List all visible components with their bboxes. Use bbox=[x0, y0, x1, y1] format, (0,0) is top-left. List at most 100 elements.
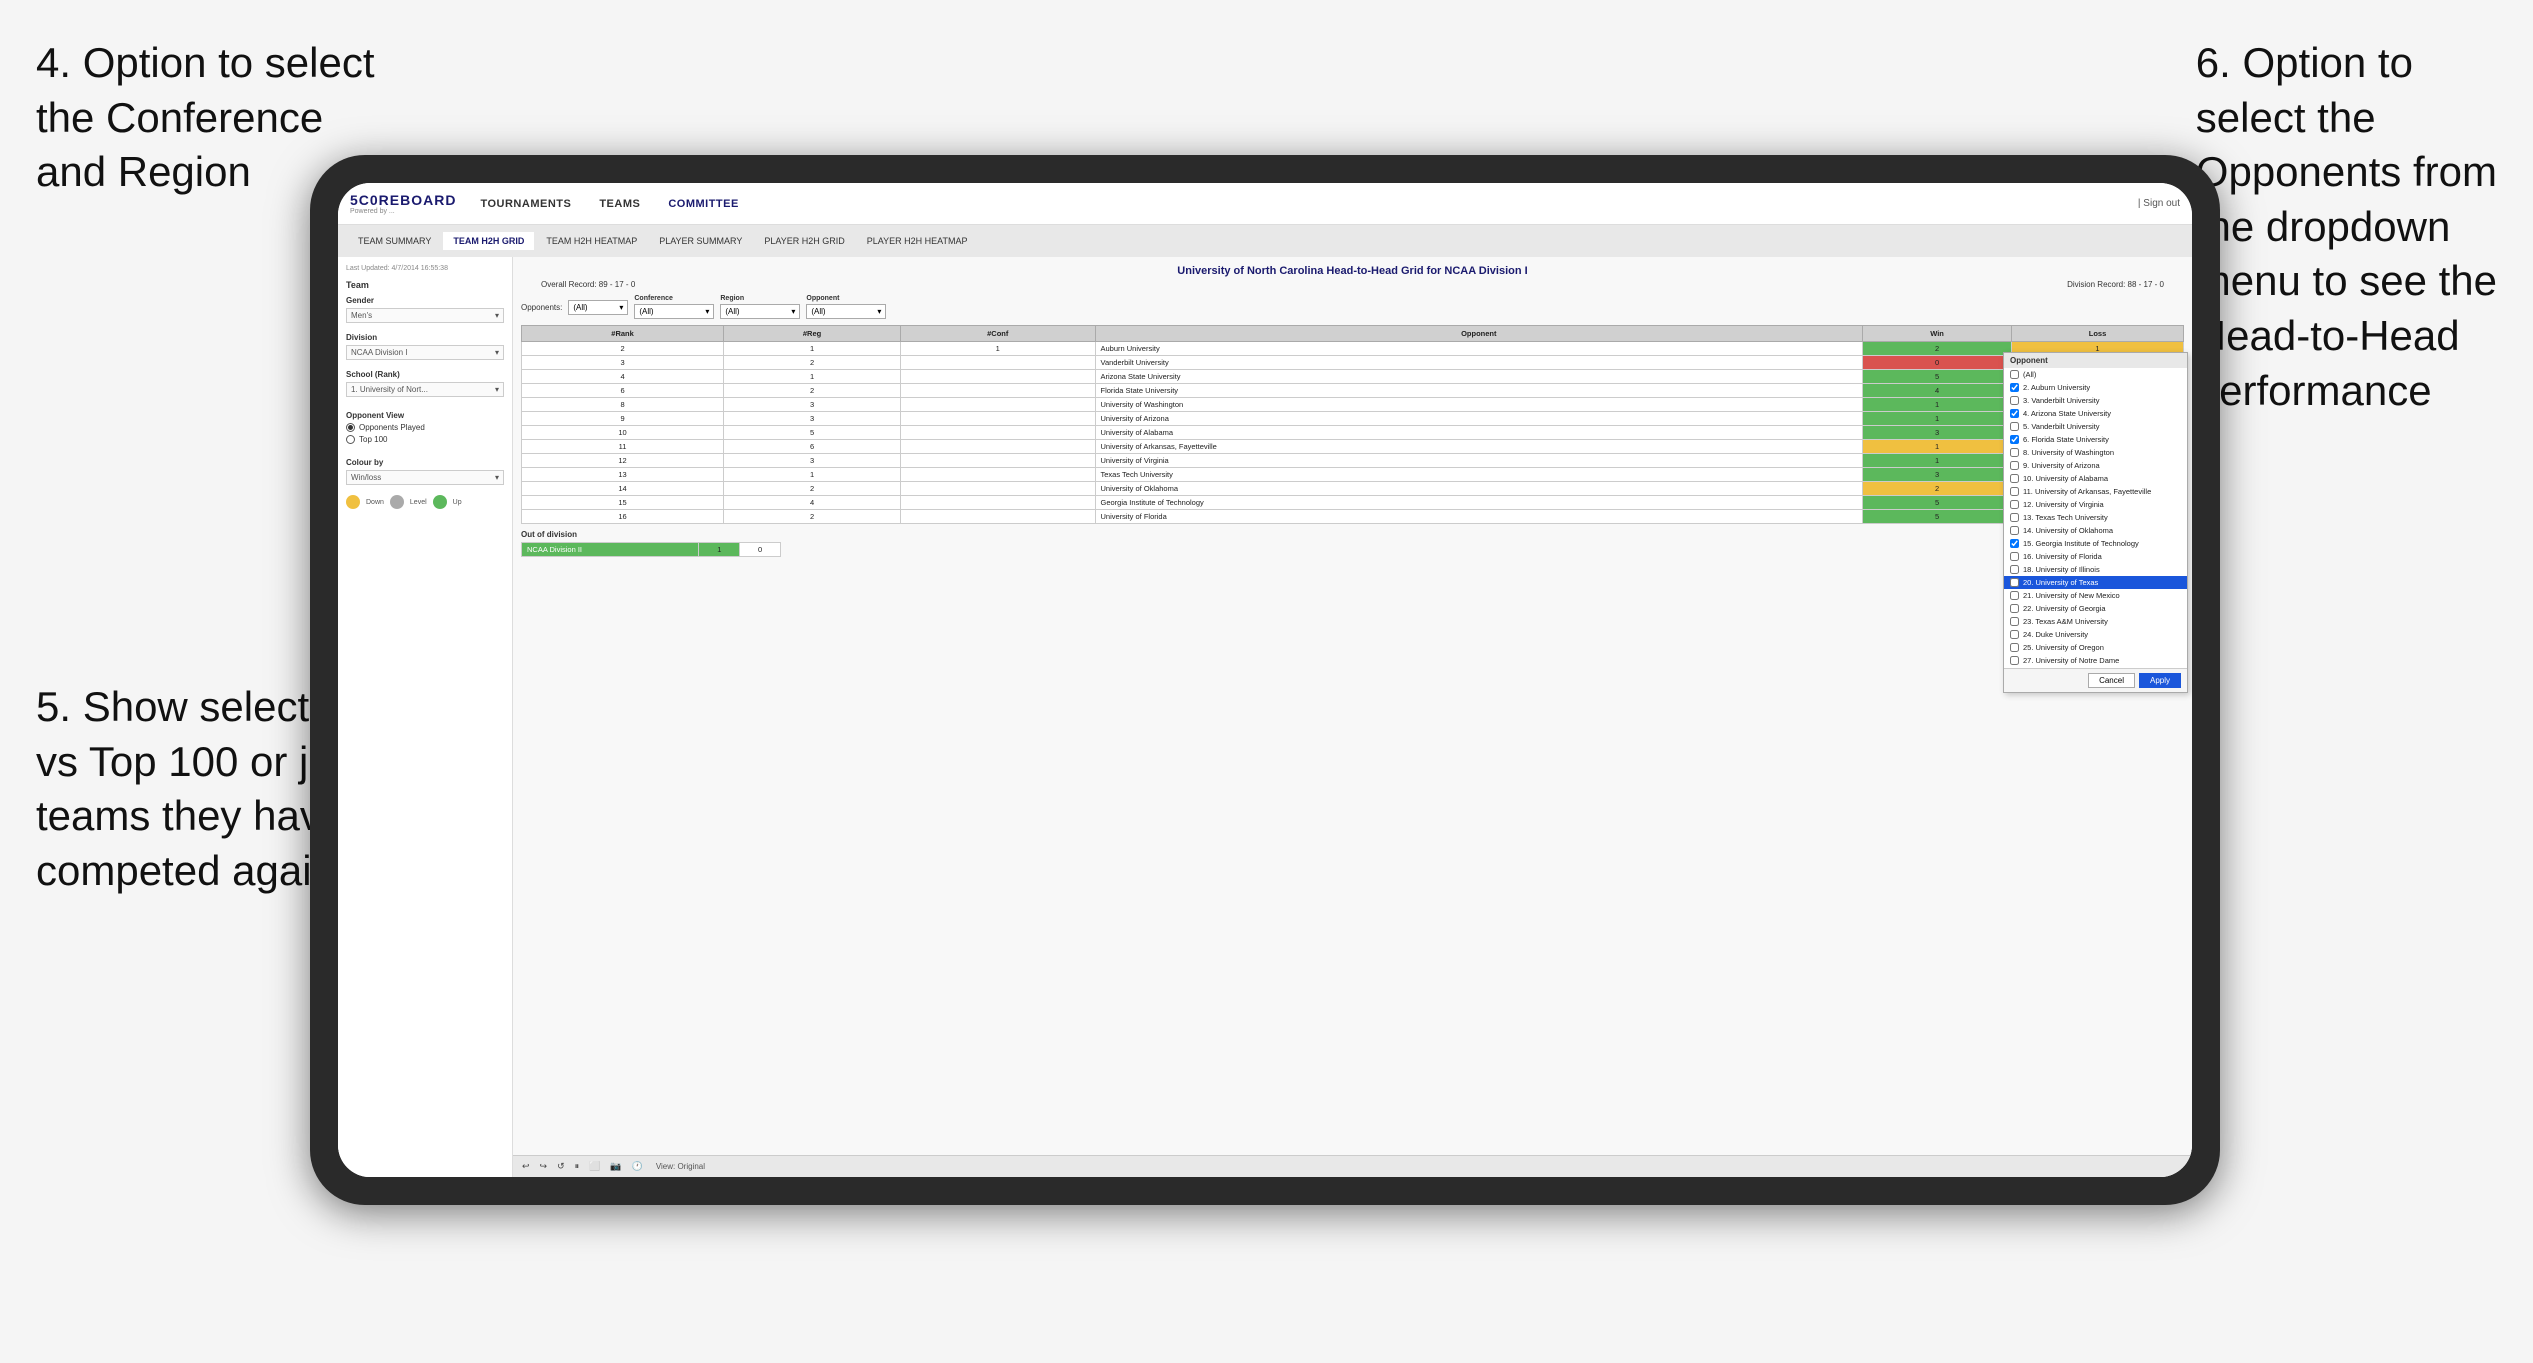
region-filter-select[interactable]: (All)▾ bbox=[720, 304, 800, 319]
redo-button[interactable]: ↪ bbox=[537, 1160, 551, 1173]
table-row: 13 1 Texas Tech University 3 0 bbox=[522, 468, 2184, 482]
h2h-table: #Rank #Reg #Conf Opponent Win Loss 2 1 1… bbox=[521, 325, 2184, 524]
out-division-win: 1 bbox=[699, 543, 740, 557]
undo-button[interactable]: ↩ bbox=[519, 1160, 533, 1173]
dropdown-checkbox[interactable] bbox=[2010, 539, 2019, 548]
nav-committee[interactable]: COMMITTEE bbox=[668, 198, 739, 210]
table-row: 16 2 University of Florida 5 1 bbox=[522, 510, 2184, 524]
conference-filter-select[interactable]: (All)▾ bbox=[634, 304, 714, 319]
nav-teams[interactable]: TEAMS bbox=[599, 198, 640, 210]
dropdown-item[interactable]: 3. Vanderbilt University bbox=[2004, 394, 2187, 407]
dropdown-item[interactable]: 13. Texas Tech University bbox=[2004, 511, 2187, 524]
conference-filter-group: Conference (All)▾ bbox=[634, 295, 714, 319]
dropdown-item[interactable]: 25. University of Oregon bbox=[2004, 641, 2187, 654]
dropdown-checkbox[interactable] bbox=[2010, 409, 2019, 418]
dropdown-checkbox[interactable] bbox=[2010, 500, 2019, 509]
top-nav: 5C0REBOARD Powered by ... TOURNAMENTS TE… bbox=[338, 183, 2192, 225]
dropdown-checkbox[interactable] bbox=[2010, 422, 2019, 431]
dropdown-item[interactable]: 24. Duke University bbox=[2004, 628, 2187, 641]
tab-player-summary[interactable]: PLAYER SUMMARY bbox=[649, 232, 752, 250]
opponent-view-radio-group: Opponents Played Top 100 bbox=[346, 423, 504, 444]
radio-top-100-indicator bbox=[346, 435, 355, 444]
colour-by-select[interactable]: Win/loss▾ bbox=[346, 470, 504, 485]
dropdown-checkbox[interactable] bbox=[2010, 474, 2019, 483]
dropdown-checkbox[interactable] bbox=[2010, 591, 2019, 600]
dropdown-checkbox[interactable] bbox=[2010, 630, 2019, 639]
dropdown-checkbox[interactable] bbox=[2010, 565, 2019, 574]
dropdown-item[interactable]: 12. University of Virginia bbox=[2004, 498, 2187, 511]
tab-player-h2h-grid[interactable]: PLAYER H2H GRID bbox=[754, 232, 854, 250]
clock-button[interactable]: 🕐 bbox=[629, 1160, 646, 1173]
dropdown-item[interactable]: 14. University of Oklahoma bbox=[2004, 524, 2187, 537]
dropdown-checkbox[interactable] bbox=[2010, 448, 2019, 457]
reset-button[interactable]: ↺ bbox=[554, 1160, 568, 1173]
dropdown-item[interactable]: 11. University of Arkansas, Fayetteville bbox=[2004, 485, 2187, 498]
gender-select[interactable]: Men's▾ bbox=[346, 308, 504, 323]
nav-tournaments[interactable]: TOURNAMENTS bbox=[480, 198, 571, 210]
dropdown-checkbox[interactable] bbox=[2010, 396, 2019, 405]
apply-button[interactable]: Apply bbox=[2139, 673, 2181, 688]
region-filter-group: Region (All)▾ bbox=[720, 295, 800, 319]
dropdown-checkbox[interactable] bbox=[2010, 487, 2019, 496]
dropdown-item[interactable]: 16. University of Florida bbox=[2004, 550, 2187, 563]
table-row: 10 5 University of Alabama 3 0 bbox=[522, 426, 2184, 440]
tab-player-h2h-heatmap[interactable]: PLAYER H2H HEATMAP bbox=[857, 232, 978, 250]
dropdown-item[interactable]: 4. Arizona State University bbox=[2004, 407, 2187, 420]
dropdown-checkbox[interactable] bbox=[2010, 656, 2019, 665]
dropdown-checkbox[interactable] bbox=[2010, 461, 2019, 470]
radio-top-100[interactable]: Top 100 bbox=[346, 435, 504, 444]
division-select[interactable]: NCAA Division I▾ bbox=[346, 345, 504, 360]
dropdown-checkbox[interactable] bbox=[2010, 617, 2019, 626]
table-row: 2 1 1 Auburn University 2 1 bbox=[522, 342, 2184, 356]
dropdown-item[interactable]: 22. University of Georgia bbox=[2004, 602, 2187, 615]
dropdown-item[interactable]: 10. University of Alabama bbox=[2004, 472, 2187, 485]
out-division-table: NCAA Division II 1 0 bbox=[521, 542, 781, 557]
dropdown-item[interactable]: (All) bbox=[2004, 368, 2187, 381]
dropdown-item[interactable]: 5. Vanderbilt University bbox=[2004, 420, 2187, 433]
dropdown-checkbox[interactable] bbox=[2010, 513, 2019, 522]
dropdown-checkbox[interactable] bbox=[2010, 383, 2019, 392]
table-row: 3 2 Vanderbilt University 0 4 bbox=[522, 356, 2184, 370]
dropdown-item[interactable]: 9. University of Arizona bbox=[2004, 459, 2187, 472]
col-conf: #Conf bbox=[901, 326, 1095, 342]
dropdown-item[interactable]: 8. University of Washington bbox=[2004, 446, 2187, 459]
dropdown-item[interactable]: 15. Georgia Institute of Technology bbox=[2004, 537, 2187, 550]
school-select[interactable]: 1. University of Nort...▾ bbox=[346, 382, 504, 397]
dropdown-checkbox[interactable] bbox=[2010, 578, 2019, 587]
tab-team-h2h-grid[interactable]: TEAM H2H GRID bbox=[443, 232, 534, 250]
dropdown-checkbox[interactable] bbox=[2010, 370, 2019, 379]
opponents-filter-select[interactable]: (All)▾ bbox=[568, 300, 628, 315]
dropdown-item[interactable]: 2. Auburn University bbox=[2004, 381, 2187, 394]
dropdown-item[interactable]: 20. University of Texas bbox=[2004, 576, 2187, 589]
out-division-name: NCAA Division II bbox=[522, 543, 699, 557]
team-label: Team bbox=[346, 280, 504, 290]
table-row: 15 4 Georgia Institute of Technology 5 0 bbox=[522, 496, 2184, 510]
grid-title: University of North Carolina Head-to-Hea… bbox=[521, 265, 2184, 277]
out-division-title: Out of division bbox=[521, 530, 2184, 539]
dropdown-item[interactable]: 23. Texas A&M University bbox=[2004, 615, 2187, 628]
dropdown-checkbox[interactable] bbox=[2010, 604, 2019, 613]
opponent-filter-group: Opponent (All)▾ bbox=[806, 295, 886, 319]
tab-team-summary[interactable]: TEAM SUMMARY bbox=[348, 232, 441, 250]
dropdown-item[interactable]: 21. University of New Mexico bbox=[2004, 589, 2187, 602]
table-row: 12 3 University of Virginia 1 0 bbox=[522, 454, 2184, 468]
tab-team-h2h-heatmap[interactable]: TEAM H2H HEATMAP bbox=[536, 232, 647, 250]
dropdown-checkbox[interactable] bbox=[2010, 526, 2019, 535]
grid-records: Overall Record: 89 - 17 - 0 Division Rec… bbox=[521, 280, 2184, 289]
camera-button[interactable]: 📷 bbox=[607, 1160, 624, 1173]
dropdown-checkbox[interactable] bbox=[2010, 552, 2019, 561]
copy-button[interactable]: ⬜ bbox=[586, 1160, 603, 1173]
radio-opponents-played[interactable]: Opponents Played bbox=[346, 423, 504, 432]
dropdown-item[interactable]: 18. University of Illinois bbox=[2004, 563, 2187, 576]
tablet-frame: 5C0REBOARD Powered by ... TOURNAMENTS TE… bbox=[310, 155, 2220, 1205]
col-win: Win bbox=[1863, 326, 2012, 342]
dropdown-checkbox[interactable] bbox=[2010, 435, 2019, 444]
cancel-button[interactable]: Cancel bbox=[2088, 673, 2135, 688]
dropdown-checkbox[interactable] bbox=[2010, 643, 2019, 652]
gender-section: Gender Men's▾ bbox=[346, 296, 504, 323]
dropdown-item[interactable]: 6. Florida State University bbox=[2004, 433, 2187, 446]
opponent-filter-select[interactable]: (All)▾ bbox=[806, 304, 886, 319]
dropdown-item[interactable]: 27. University of Notre Dame bbox=[2004, 654, 2187, 667]
sign-out[interactable]: | Sign out bbox=[2138, 198, 2180, 209]
pause-button[interactable]: ⏸ bbox=[572, 1160, 583, 1173]
